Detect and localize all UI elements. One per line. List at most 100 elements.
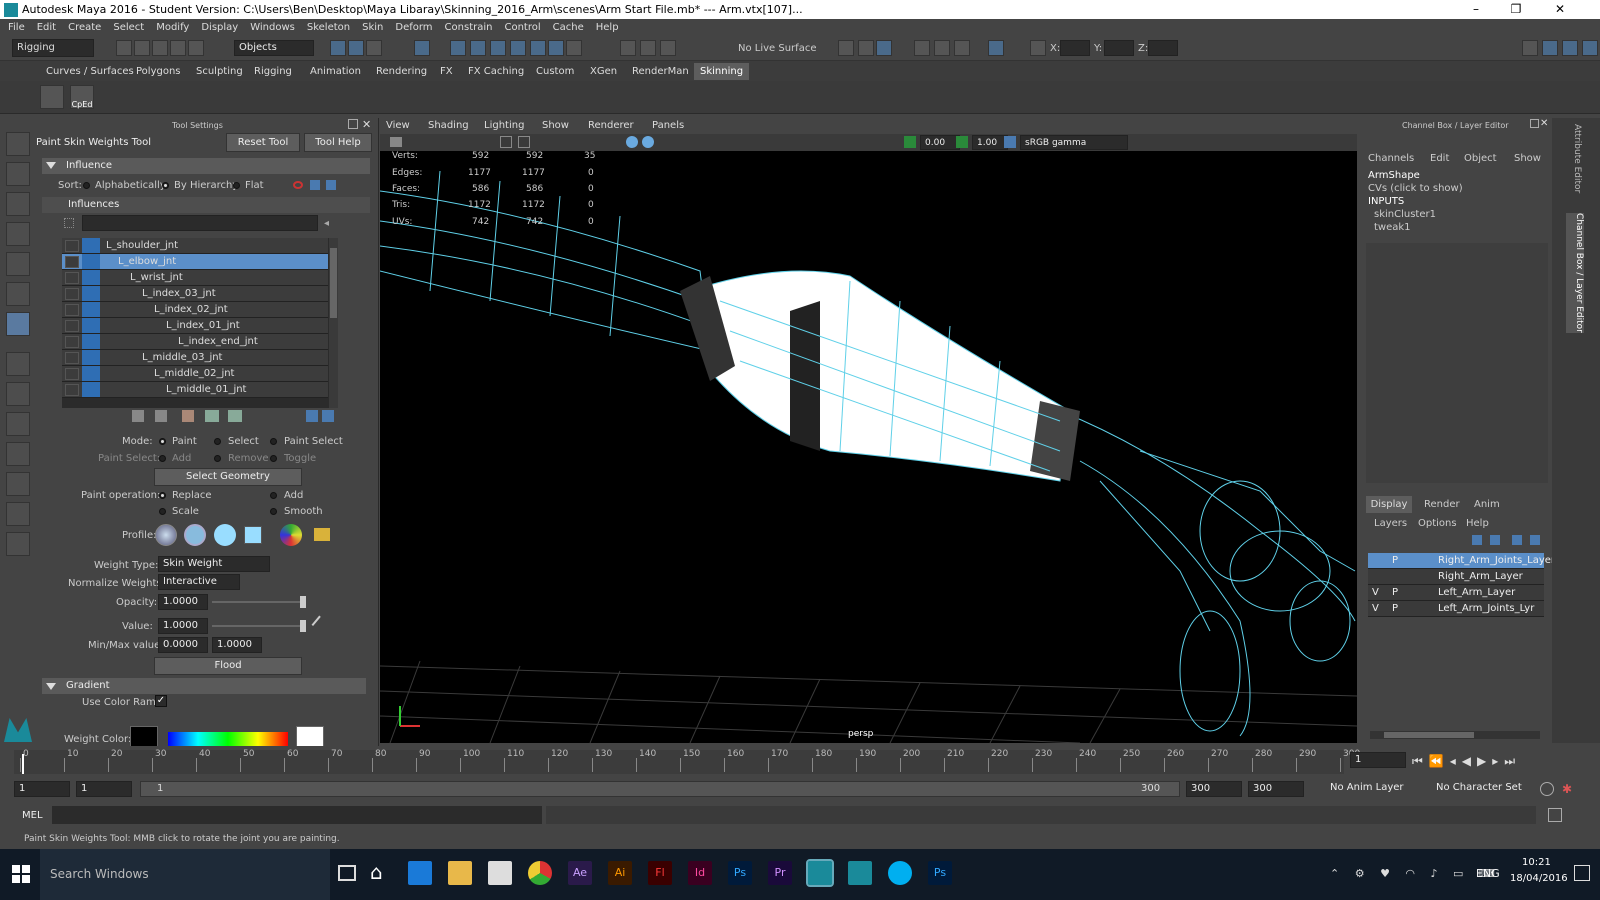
list-item[interactable]: L_index_03_jnt: [62, 286, 328, 302]
clock-time[interactable]: 10:21: [1522, 857, 1551, 868]
menu-help[interactable]: Help: [596, 22, 619, 33]
weight-hammer-icon[interactable]: [182, 410, 194, 422]
file-explorer-icon[interactable]: [448, 861, 472, 885]
folder-icon[interactable]: [314, 528, 330, 541]
script-editor-icon[interactable]: [1548, 808, 1562, 822]
open-scene-icon[interactable]: [134, 40, 150, 56]
z-field[interactable]: [1148, 40, 1178, 56]
min-value-field[interactable]: 0.0000: [158, 637, 208, 653]
lock-icon[interactable]: [566, 40, 582, 56]
opacity-slider[interactable]: [212, 596, 306, 608]
edge-icon[interactable]: [408, 861, 432, 885]
layer-scrollbar[interactable]: [1370, 731, 1540, 739]
save-scene-icon[interactable]: [152, 40, 168, 56]
image-brush-icon[interactable]: [280, 524, 302, 546]
new-scene-icon[interactable]: [116, 40, 132, 56]
visibility-eye-icon[interactable]: [65, 320, 79, 332]
sort-flat-radio[interactable]: [233, 182, 240, 189]
viewport-menu-lighting[interactable]: Lighting: [484, 120, 524, 131]
colorspace-dropdown[interactable]: sRGB gamma: [1020, 135, 1128, 150]
collapse-arrow-icon[interactable]: [46, 162, 56, 169]
gamma-icon[interactable]: [956, 136, 968, 148]
magnet-icon[interactable]: [620, 40, 636, 56]
layer-playback-toggle[interactable]: P: [1392, 555, 1398, 566]
layer-row[interactable]: P Right_Arm_Joints_Layer: [1368, 553, 1555, 569]
shelf-tab-renderman[interactable]: RenderMan: [626, 63, 695, 80]
go-to-start-icon[interactable]: ⏮: [1412, 754, 1429, 768]
workspace-icon[interactable]: [1522, 40, 1538, 56]
anim-end-field[interactable]: 300: [1186, 781, 1242, 797]
list-item[interactable]: L_shoulder_jnt: [62, 238, 328, 254]
list-view-icon[interactable]: [310, 180, 320, 190]
sort-hierarchy-radio[interactable]: [162, 182, 169, 189]
cvs-label[interactable]: CVs (click to show): [1368, 183, 1463, 194]
cped-shelf-icon[interactable]: CpEd: [70, 85, 94, 109]
channel-box-tab[interactable]: Channel Box / Layer Editor: [1566, 213, 1584, 333]
visibility-eye-icon[interactable]: [65, 288, 79, 300]
layer-row[interactable]: V P Left_Arm_Joints_Lyr: [1368, 601, 1544, 617]
exposure-icon[interactable]: [904, 136, 916, 148]
select-by-component-icon[interactable]: [366, 40, 382, 56]
play-forward-icon[interactable]: ▶: [1477, 754, 1492, 768]
task-view-icon[interactable]: [338, 865, 356, 881]
cb-edit-menu[interactable]: Edit: [1430, 153, 1449, 164]
menu-set-dropdown[interactable]: Rigging: [12, 39, 94, 57]
notifications-icon[interactable]: [1574, 865, 1590, 881]
preferences-icon[interactable]: ✱: [1562, 782, 1576, 796]
end-time-field[interactable]: 300: [1248, 781, 1304, 797]
menu-create[interactable]: Create: [68, 22, 101, 33]
menu-skin[interactable]: Skin: [362, 22, 383, 33]
menu-select[interactable]: Select: [113, 22, 144, 33]
tab-anim[interactable]: Anim: [1474, 499, 1500, 510]
op-replace-radio[interactable]: [159, 492, 166, 499]
square-brush-icon[interactable]: [244, 526, 262, 544]
current-frame-field[interactable]: 1: [1350, 752, 1406, 768]
graph-layout-icon[interactable]: [6, 472, 30, 496]
visibility-eye-icon[interactable]: [65, 352, 79, 364]
hypershade-icon[interactable]: [934, 40, 950, 56]
snap-curve-icon[interactable]: [450, 40, 466, 56]
channel-box-toggle-icon[interactable]: [1562, 40, 1578, 56]
attribute-editor-tab[interactable]: Attribute Editor: [1568, 124, 1582, 204]
menu-cache[interactable]: Cache: [553, 22, 584, 33]
filter-icon[interactable]: [64, 218, 74, 228]
scale-tool-icon[interactable]: [6, 282, 30, 306]
history-icon[interactable]: [530, 40, 546, 56]
search-box[interactable]: Search Windows: [40, 849, 330, 900]
render-icon[interactable]: [548, 40, 564, 56]
ps-remove-radio[interactable]: [214, 455, 221, 462]
menu-control[interactable]: Control: [504, 22, 540, 33]
home-icon[interactable]: ⌂: [370, 861, 392, 883]
influence-filter-input[interactable]: [82, 215, 318, 231]
input-language[interactable]: ENG: [1476, 867, 1500, 880]
maximize-button[interactable]: ❐: [1496, 0, 1536, 19]
gamma-field[interactable]: 1.00: [972, 135, 1008, 150]
op-smooth-radio[interactable]: [270, 508, 277, 515]
skype-icon[interactable]: [888, 861, 912, 885]
viewport-menu-shading[interactable]: Shading: [428, 120, 469, 131]
maya-second-taskbar-icon[interactable]: [848, 861, 872, 885]
value-field[interactable]: 1.0000: [158, 618, 208, 634]
shelf-tab-animation[interactable]: Animation: [304, 63, 367, 80]
camera-icon[interactable]: [954, 40, 970, 56]
unlock-weights-icon[interactable]: [322, 410, 334, 422]
shelf-tab-rendering[interactable]: Rendering: [370, 63, 433, 80]
color-ramp[interactable]: [168, 732, 288, 746]
list-item[interactable]: L_wrist_jnt: [62, 270, 328, 286]
shelf-tab-rigging[interactable]: Rigging: [248, 63, 298, 80]
close-panel-icon[interactable]: ✕: [362, 118, 371, 131]
redo-icon[interactable]: [188, 40, 204, 56]
undo-icon[interactable]: [170, 40, 186, 56]
layer-row[interactable]: V P Left_Arm_Layer: [1368, 585, 1544, 601]
maya-taskbar-icon[interactable]: [806, 859, 834, 887]
move-weights-icon[interactable]: [205, 410, 219, 422]
outliner-layout-icon[interactable]: [6, 442, 30, 466]
visibility-eye-icon[interactable]: [65, 272, 79, 284]
channel-box-close-icon[interactable]: ✕: [1540, 118, 1548, 129]
play-backward-icon[interactable]: ◀: [1462, 754, 1477, 768]
exposure-field[interactable]: 0.00: [920, 135, 960, 150]
cb-object-menu[interactable]: Object: [1464, 153, 1497, 164]
mode-select-radio[interactable]: [214, 438, 221, 445]
menu-edit[interactable]: Edit: [37, 22, 56, 33]
single-view-layout-icon[interactable]: [6, 352, 30, 376]
